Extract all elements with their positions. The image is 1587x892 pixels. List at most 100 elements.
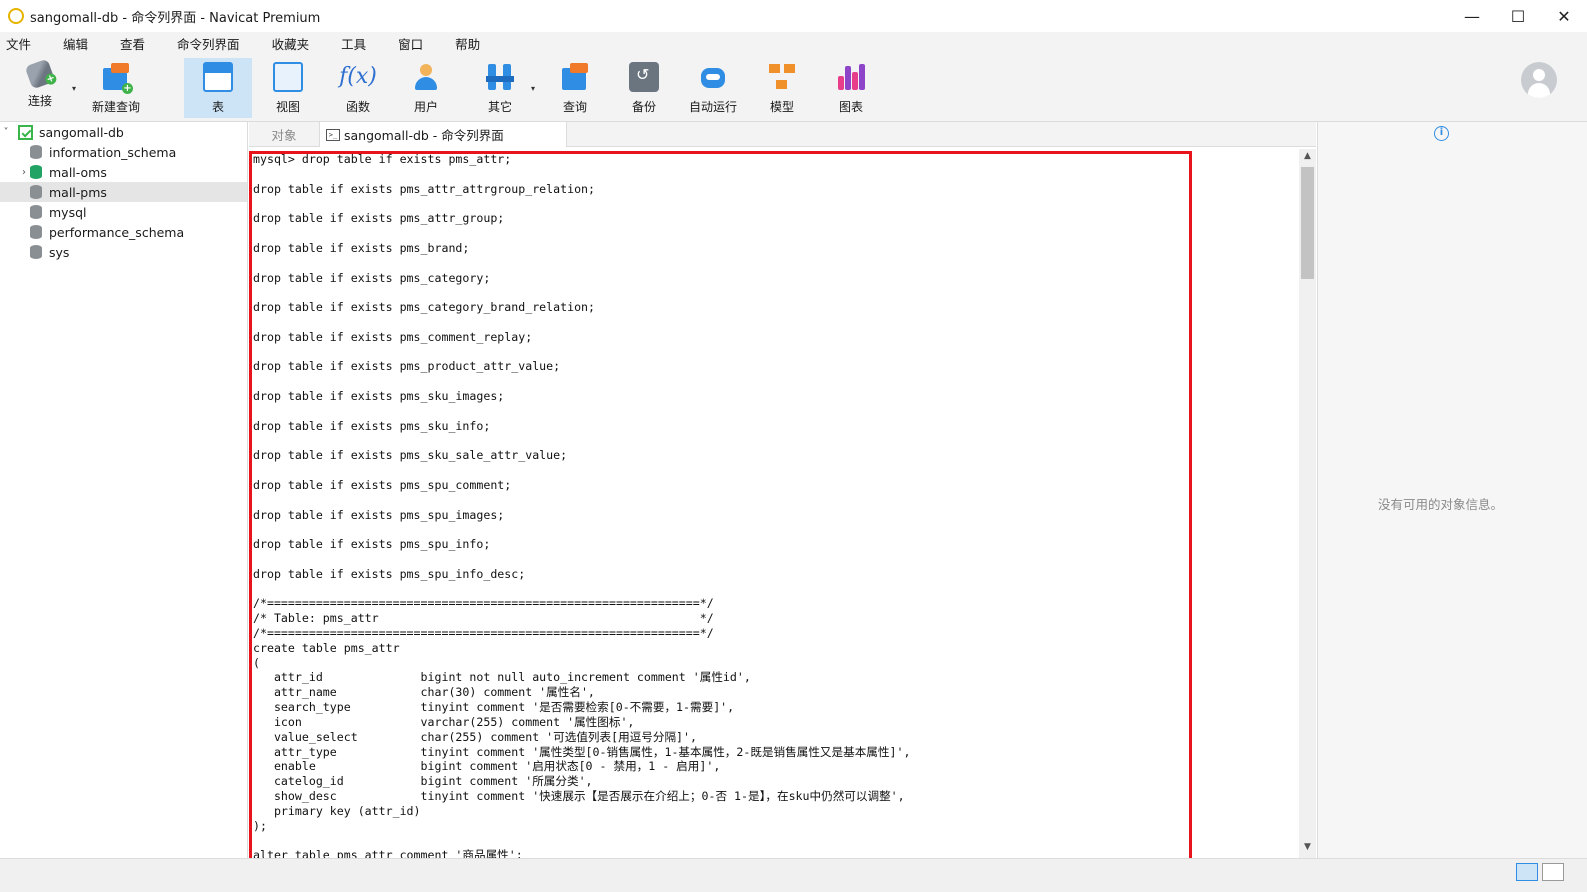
other-dropdown-icon[interactable]: ▾ xyxy=(531,84,535,93)
user-button[interactable]: 用户 xyxy=(394,58,458,118)
table-icon xyxy=(203,62,233,92)
console-line: drop table if exists pms_attr_group; xyxy=(253,211,505,226)
automation-label: 自动运行 xyxy=(688,100,737,114)
minimize-button[interactable]: — xyxy=(1449,0,1495,32)
console-line: ); xyxy=(253,818,267,833)
menu-edit[interactable]: 编辑 xyxy=(54,34,97,53)
console-line: drop table if exists pms_sku_sale_attr_v… xyxy=(253,448,568,463)
scroll-up-icon[interactable]: ▲ xyxy=(1299,151,1316,165)
tools-icon xyxy=(485,62,515,92)
database-name: performance_schema xyxy=(49,224,185,240)
collapse-icon[interactable]: ˅ xyxy=(0,127,12,138)
robot-icon xyxy=(698,62,728,92)
menu-file[interactable]: 文件 xyxy=(0,34,40,53)
menu-help[interactable]: 帮助 xyxy=(446,34,489,53)
tree-db-mall-oms[interactable]: › mall-oms xyxy=(0,162,247,182)
console-line: value_select char(255) comment '可选值列表[用逗… xyxy=(253,729,697,744)
console-line: drop table if exists pms_category; xyxy=(253,270,491,285)
chart-icon xyxy=(836,62,866,92)
console-output[interactable]: mysql> drop table if exists pms_attr; dro… xyxy=(249,149,1299,858)
main-toolbar: + 连接 ▾ + 新建查询 表 视图 f(x) 函数 用户 其它 ▾ 查询 备份… xyxy=(0,54,1587,122)
view-label: 视图 xyxy=(275,100,300,114)
navicat-app-icon xyxy=(8,8,24,24)
menu-tools[interactable]: 工具 xyxy=(332,34,375,53)
database-icon xyxy=(30,185,42,199)
user-icon xyxy=(411,62,441,92)
chart-button[interactable]: 图表 xyxy=(819,58,883,118)
console-line: ( xyxy=(253,655,260,670)
object-info-panel: i 没有可用的对象信息。 xyxy=(1317,122,1587,858)
console-line: show_desc tinyint comment '快速展示【是否展示在介绍上… xyxy=(253,788,905,803)
tab-console-label: sangomall-db - 命令列界面 xyxy=(344,128,504,143)
console-line: search_type tinyint comment '是否需要检索[0-不需… xyxy=(253,700,735,715)
expand-icon[interactable]: › xyxy=(18,167,30,178)
maximize-button[interactable]: ☐ xyxy=(1495,0,1541,32)
query-button[interactable]: 查询 xyxy=(543,58,607,118)
status-bar xyxy=(0,858,1587,892)
tree-db-performance-schema[interactable]: performance_schema xyxy=(0,222,247,242)
table-button[interactable]: 表 xyxy=(184,58,252,118)
menu-console[interactable]: 命令列界面 xyxy=(168,34,249,53)
menu-window[interactable]: 窗口 xyxy=(389,34,432,53)
console-line: drop table if exists pms_sku_info; xyxy=(253,418,491,433)
console-line: attr_id bigint not null auto_increment c… xyxy=(253,670,751,685)
window-title: sangomall-db - 命令列界面 - Navicat Premium xyxy=(30,10,321,26)
console-line: /*======================================… xyxy=(253,626,714,640)
other-button[interactable]: 其它 xyxy=(468,58,532,118)
other-label: 其它 xyxy=(487,100,512,114)
terminal-icon: >_ xyxy=(326,128,340,141)
function-button[interactable]: f(x) 函数 xyxy=(326,58,390,118)
database-name: mall-pms xyxy=(49,184,107,200)
console-line: drop table if exists pms_spu_comment; xyxy=(253,477,512,492)
database-icon xyxy=(30,145,42,159)
connect-label: 连接 xyxy=(27,94,52,108)
info-icon[interactable]: i xyxy=(1434,126,1449,141)
scroll-down-icon[interactable]: ▼ xyxy=(1299,842,1316,856)
menu-view[interactable]: 查看 xyxy=(111,34,154,53)
console-scrollbar[interactable]: ▲ ▼ xyxy=(1299,149,1316,858)
tree-db-mysql[interactable]: mysql xyxy=(0,202,247,222)
new-query-button[interactable]: + 新建查询 xyxy=(88,58,144,118)
scroll-thumb[interactable] xyxy=(1301,167,1314,279)
connection-name: sangomall-db xyxy=(39,124,124,140)
model-button[interactable]: 模型 xyxy=(750,58,814,118)
tree-db-information-schema[interactable]: information_schema xyxy=(0,142,247,162)
backup-button[interactable]: 备份 xyxy=(612,58,676,118)
connect-dropdown-icon[interactable]: ▾ xyxy=(72,84,76,93)
tab-console[interactable]: >_ sangomall-db - 命令列界面 xyxy=(319,122,567,147)
layout-left-panel-icon[interactable] xyxy=(1516,863,1538,881)
console-line: enable bigint comment '启用状态[0 - 禁用，1 - 启… xyxy=(253,759,721,774)
menu-favorites[interactable]: 收藏夹 xyxy=(263,34,319,53)
console-line: attr_name char(30) comment '属性名', xyxy=(253,685,595,700)
user-avatar[interactable] xyxy=(1521,62,1557,98)
tree-connection[interactable]: ˅ sangomall-db xyxy=(0,122,247,142)
tree-db-sys[interactable]: sys xyxy=(0,242,247,262)
user-label: 用户 xyxy=(413,100,438,114)
view-button[interactable]: 视图 xyxy=(256,58,320,118)
console-line: create table pms_attr xyxy=(253,640,400,655)
connect-button[interactable]: + 连接 xyxy=(12,58,68,118)
layout-right-panel-icon[interactable] xyxy=(1542,863,1564,881)
backup-label: 备份 xyxy=(631,100,656,114)
model-icon xyxy=(767,62,797,92)
query-icon xyxy=(560,62,590,92)
tree-db-mall-pms[interactable]: mall-pms xyxy=(0,182,247,202)
window-controls: — ☐ ✕ xyxy=(1449,0,1587,32)
automation-button[interactable]: 自动运行 xyxy=(681,58,745,118)
console-line: drop table if exists pms_comment_replay; xyxy=(253,329,533,344)
connection-tree: ˅ sangomall-db information_schema › mall… xyxy=(0,122,248,858)
close-button[interactable]: ✕ xyxy=(1541,0,1587,32)
console-line: drop table if exists pms_spu_images; xyxy=(253,507,505,522)
console-line: drop table if exists pms_category_brand_… xyxy=(253,300,596,315)
tab-objects[interactable]: 对象 xyxy=(249,122,319,147)
